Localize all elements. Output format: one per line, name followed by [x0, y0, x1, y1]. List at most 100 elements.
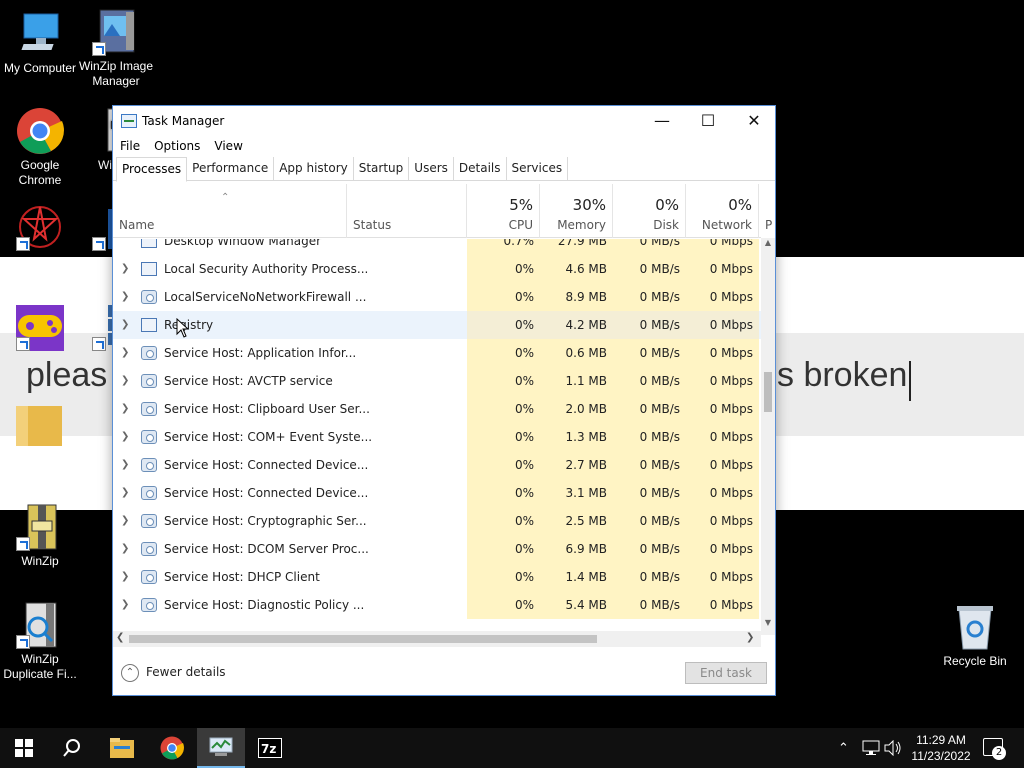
- desktop-icon-google-chrome[interactable]: Google Chrome: [0, 107, 80, 188]
- horizontal-scroll-thumb[interactable]: [129, 635, 597, 643]
- fewer-details-link[interactable]: Fewer details: [146, 665, 226, 679]
- desktop-icon-game[interactable]: [0, 303, 80, 354]
- desktop-icon-red-app[interactable]: [0, 203, 80, 254]
- volume-tray-button[interactable]: [884, 728, 902, 768]
- table-row[interactable]: ❯ Service Host: Connected Device... 0% 2.7 …: [113, 451, 761, 479]
- tab-app-history[interactable]: App history: [274, 157, 354, 181]
- chrome-icon: [16, 107, 64, 155]
- process-memory: 5.4 MB: [540, 591, 613, 619]
- table-row[interactable]: ❯ Service Host: Cryptographic Ser... 0% 2.5…: [113, 507, 761, 535]
- expand-chevron-icon[interactable]: ❯: [121, 263, 129, 274]
- expand-chevron-icon[interactable]: ❯: [121, 459, 129, 470]
- menu-file[interactable]: File: [120, 139, 140, 153]
- menu-view[interactable]: View: [214, 139, 242, 153]
- maximize-button[interactable]: ☐: [685, 106, 731, 135]
- expand-chevron-icon[interactable]: ❯: [121, 347, 129, 358]
- desktop-icon-recycle-bin[interactable]: Recycle Bin: [935, 603, 1015, 669]
- process-status: [347, 479, 467, 507]
- chevron-up-circle-icon[interactable]: ⌃: [121, 664, 139, 682]
- search-button[interactable]: [48, 728, 96, 768]
- expand-chevron-icon[interactable]: ❯: [121, 403, 129, 414]
- desktop-icon-folder[interactable]: [0, 402, 80, 453]
- table-row[interactable]: ❯ LocalServiceNoNetworkFirewall ... 0% 8.9 …: [113, 283, 761, 311]
- close-button[interactable]: ✕: [731, 106, 777, 135]
- table-row[interactable]: ❯ Service Host: Connected Device... 0% 3.1 …: [113, 479, 761, 507]
- table-row[interactable]: ❯ Service Host: DHCP Client 0% 1.4 MB 0 MB/s…: [113, 563, 761, 591]
- volume-icon: [884, 740, 901, 756]
- process-status: [347, 239, 467, 255]
- shortcut-arrow-icon: [16, 635, 30, 649]
- expand-chevron-icon[interactable]: ❯: [121, 543, 129, 554]
- taskbar-clock[interactable]: 11:29 AM 11/23/2022: [905, 732, 977, 764]
- scroll-up-arrow-icon[interactable]: ▲: [761, 238, 775, 252]
- scroll-left-arrow-icon[interactable]: ❮: [116, 632, 124, 643]
- table-row[interactable]: ❯ Service Host: Application Infor... 0% 0.6…: [113, 339, 761, 367]
- expand-chevron-icon[interactable]: ❯: [121, 319, 129, 330]
- process-cpu: 0%: [467, 535, 540, 563]
- table-row[interactable]: ❯ Registry 0% 4.2 MB 0 MB/s 0 Mbps: [113, 311, 761, 339]
- process-name: Desktop Window Manager: [164, 239, 322, 248]
- show-hidden-icons-button[interactable]: ⌃: [838, 728, 849, 768]
- table-row[interactable]: ❯ Service Host: Diagnostic Policy ... 0% 5.…: [113, 591, 761, 619]
- vertical-scroll-thumb[interactable]: [764, 372, 772, 412]
- table-row[interactable]: ❯ Service Host: Clipboard User Ser... 0% 2.…: [113, 395, 761, 423]
- column-header-disk[interactable]: 0% Disk: [613, 184, 686, 238]
- tab-processes[interactable]: Processes: [116, 157, 188, 182]
- process-cpu: 0%: [467, 367, 540, 395]
- file-explorer-icon: [110, 738, 134, 758]
- taskbar-7zip[interactable]: 7z: [246, 728, 294, 768]
- tab-performance[interactable]: Performance: [187, 157, 275, 181]
- tab-details[interactable]: Details: [454, 157, 507, 181]
- taskbar-file-explorer[interactable]: [98, 728, 146, 768]
- column-header-network[interactable]: 0% Network: [686, 184, 759, 238]
- vertical-scrollbar[interactable]: ▲ ▼: [761, 238, 775, 635]
- service-gear-icon: [141, 570, 157, 584]
- table-row[interactable]: ❯Desktop Window Manager0.7%27.9 MB0 MB/s…: [113, 239, 761, 255]
- title-bar[interactable]: Task Manager — ☐ ✕: [113, 106, 775, 135]
- table-row[interactable]: ❯ Service Host: COM+ Event Syste... 0% 1.3 …: [113, 423, 761, 451]
- tab-users[interactable]: Users: [409, 157, 454, 181]
- tab-startup[interactable]: Startup: [354, 157, 410, 181]
- expand-chevron-icon[interactable]: ❯: [121, 375, 129, 386]
- process-status: [347, 311, 467, 339]
- taskbar-task-manager[interactable]: [197, 728, 245, 768]
- process-disk: 0 MB/s: [613, 395, 686, 423]
- expand-chevron-icon[interactable]: ❯: [121, 487, 129, 498]
- process-memory: 0.6 MB: [540, 339, 613, 367]
- network-tray-button[interactable]: [862, 728, 880, 768]
- process-disk: 0 MB/s: [613, 367, 686, 395]
- scroll-right-arrow-icon[interactable]: ❯: [746, 632, 754, 643]
- minimize-button[interactable]: —: [639, 106, 685, 135]
- start-icon: [15, 739, 33, 757]
- horizontal-scrollbar[interactable]: ❮ ❯: [113, 631, 761, 647]
- process-memory: 1.1 MB: [540, 367, 613, 395]
- desktop-icon-winzip[interactable]: WinZip: [0, 503, 80, 569]
- process-status: [347, 535, 467, 563]
- column-header-name[interactable]: Name: [113, 184, 347, 238]
- expand-chevron-icon[interactable]: ❯: [121, 599, 129, 610]
- table-row[interactable]: ❯ Service Host: DCOM Server Proc... 0% 6.9 …: [113, 535, 761, 563]
- process-cpu: 0%: [467, 591, 540, 619]
- column-header-power[interactable]: P: [759, 184, 775, 238]
- end-task-button[interactable]: End task: [685, 662, 767, 684]
- expand-chevron-icon[interactable]: ❯: [121, 431, 129, 442]
- menu-options[interactable]: Options: [154, 139, 200, 153]
- tab-services[interactable]: Services: [507, 157, 569, 181]
- table-row[interactable]: ❯ Service Host: AVCTP service 0% 1.1 MB 0 MB…: [113, 367, 761, 395]
- table-row[interactable]: ❯ Local Security Authority Process... 0% 4.…: [113, 255, 761, 283]
- scroll-down-arrow-icon[interactable]: ▼: [761, 618, 775, 632]
- start-button[interactable]: [0, 728, 48, 768]
- expand-chevron-icon[interactable]: ❯: [121, 515, 129, 526]
- desktop-icon-winzip-duplicate[interactable]: WinZip Duplicate Fi...: [0, 601, 80, 682]
- expand-chevron-icon[interactable]: ❯: [121, 291, 129, 302]
- taskbar-chrome[interactable]: [148, 728, 196, 768]
- column-header-status[interactable]: Status: [347, 184, 467, 238]
- column-header-cpu[interactable]: 5% CPU: [467, 184, 540, 238]
- process-window-icon: [141, 239, 157, 248]
- expand-chevron-icon[interactable]: ❯: [121, 571, 129, 582]
- column-header-memory[interactable]: 30% Memory: [540, 184, 613, 238]
- column-header-row: ⌃ Name Status 5% CPU 30% Memory 0% Disk …: [113, 184, 772, 238]
- process-disk: 0 MB/s: [613, 563, 686, 591]
- desktop-icon-winzip-image-manager[interactable]: WinZip Image Manager: [76, 8, 156, 89]
- desktop-icon-my-computer[interactable]: My Computer: [0, 10, 80, 76]
